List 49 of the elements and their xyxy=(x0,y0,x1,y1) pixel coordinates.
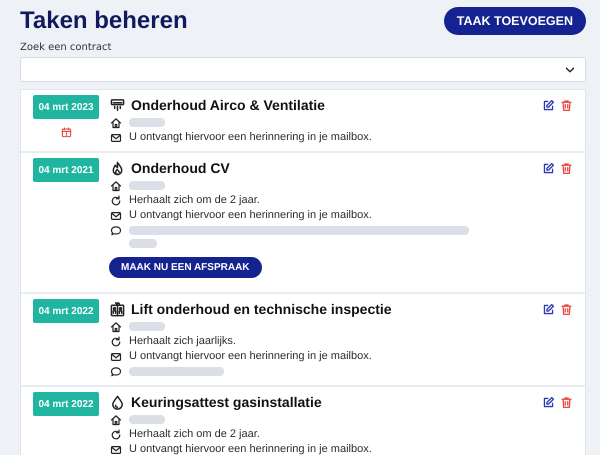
envelope-icon xyxy=(110,132,122,144)
edit-icon[interactable] xyxy=(542,396,555,409)
date-badge: 04 mrt 2022 xyxy=(33,392,99,416)
envelope-icon xyxy=(110,444,122,455)
house-icon xyxy=(110,321,122,333)
date-badge: 04 mrt 2022 xyxy=(33,299,99,323)
refresh-icon xyxy=(110,195,122,207)
search-label: Zoek een contract xyxy=(20,42,112,53)
edit-icon[interactable] xyxy=(542,303,555,316)
drop-icon xyxy=(110,394,125,410)
house-icon xyxy=(110,117,122,129)
task-title: Keuringsattest gasinstallatie xyxy=(131,394,322,410)
refresh-icon xyxy=(110,336,122,348)
air-conditioner-icon xyxy=(110,98,125,112)
task-title: Onderhoud CV xyxy=(131,160,230,176)
task-detail: U ontvangt hiervoor een herinnering in je mailbox. xyxy=(129,130,372,145)
blurred-text xyxy=(129,415,165,424)
trash-icon[interactable] xyxy=(560,99,573,112)
house-icon xyxy=(110,414,122,426)
speech-bubble-icon xyxy=(110,366,122,378)
task-detail: U ontvangt hiervoor een herinnering in je mailbox. xyxy=(129,349,372,364)
task-detail: U ontvangt hiervoor een herinnering in je mailbox. xyxy=(129,208,372,223)
task-detail: U ontvangt hiervoor een herinnering in je mailbox. xyxy=(129,442,372,455)
blurred-text xyxy=(129,239,157,248)
house-icon xyxy=(110,180,122,192)
task-detail: Herhaalt zich jaarlijks. xyxy=(129,334,236,349)
task-title: Onderhoud Airco & Ventilatie xyxy=(131,97,325,113)
speech-bubble-icon xyxy=(110,225,122,237)
elevator-icon xyxy=(110,302,125,316)
date-badge: 04 mrt 2021 xyxy=(33,158,99,182)
task-detail: Herhaalt zich om de 2 jaar. xyxy=(129,427,260,442)
date-badge: 04 mrt 2023 xyxy=(33,95,99,119)
task-detail: Herhaalt zich om de 2 jaar. xyxy=(129,193,260,208)
flame-icon xyxy=(110,160,125,176)
appointment-button[interactable]: MAAK NU EEN AFSPRAAK xyxy=(109,257,262,278)
edit-icon[interactable] xyxy=(542,162,555,175)
trash-icon[interactable] xyxy=(560,303,573,316)
edit-icon[interactable] xyxy=(542,99,555,112)
task-title: Lift onderhoud en technische inspectie xyxy=(131,301,392,317)
blurred-text xyxy=(129,322,165,331)
blurred-text xyxy=(129,181,165,190)
add-task-button[interactable]: TAAK TOEVOEGEN xyxy=(444,7,586,35)
blurred-text xyxy=(129,118,165,127)
trash-icon[interactable] xyxy=(560,396,573,409)
trash-icon[interactable] xyxy=(560,162,573,175)
refresh-icon xyxy=(110,429,122,441)
envelope-icon xyxy=(110,210,122,222)
page-title: Taken beheren xyxy=(20,6,188,34)
envelope-icon xyxy=(110,351,122,363)
